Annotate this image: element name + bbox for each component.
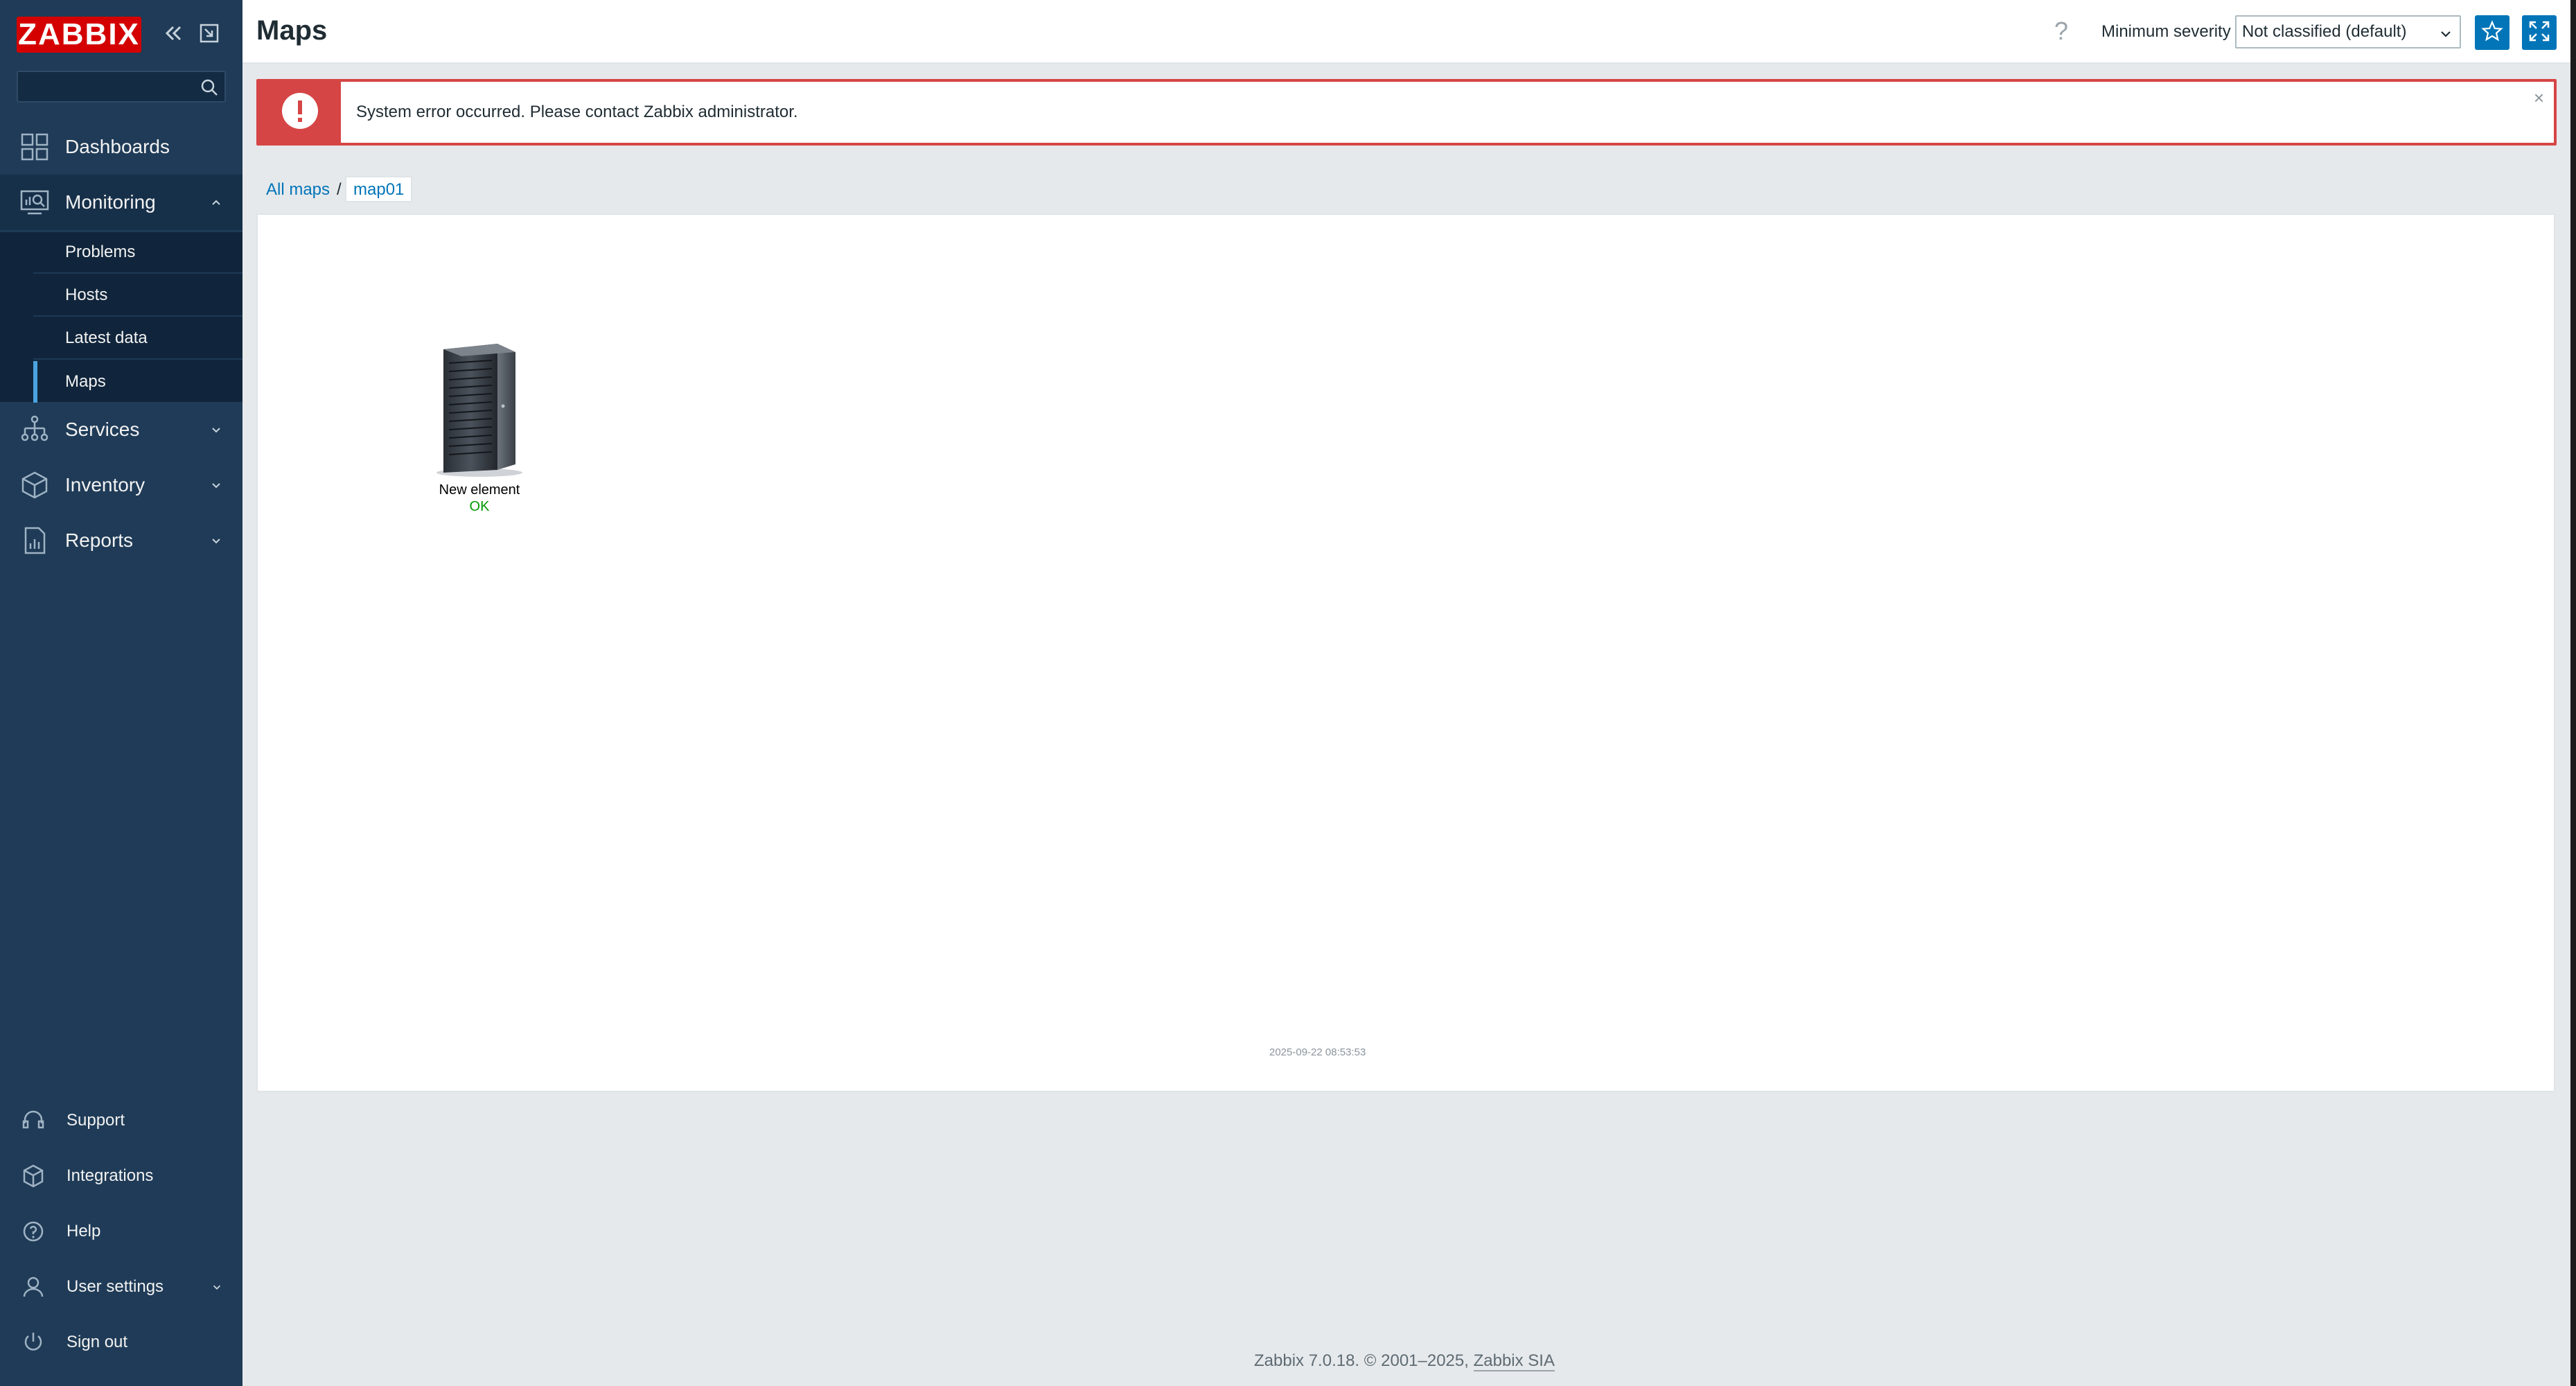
- page-header: Maps ? Minimum severity Not classified (…: [242, 0, 2570, 64]
- help-icon: [21, 1219, 46, 1244]
- menu-label: Help: [67, 1222, 101, 1240]
- menu-integrations[interactable]: Integrations: [0, 1152, 242, 1200]
- integrations-icon: [21, 1164, 46, 1188]
- fullscreen-icon: [2528, 19, 2551, 46]
- collapse-sidebar-icon[interactable]: [161, 21, 186, 46]
- submenu-item-hosts[interactable]: Hosts: [33, 275, 242, 317]
- error-message: System error occurred. Please contact Za…: [256, 79, 2557, 146]
- menu-inventory[interactable]: Inventory: [0, 457, 242, 513]
- dashboards-icon: [19, 132, 50, 162]
- submenu-label: Maps: [65, 372, 106, 391]
- fullscreen-button[interactable]: [2522, 15, 2557, 50]
- minimum-severity-select[interactable]: Not classified (default): [2235, 15, 2461, 49]
- map-element-status: OK: [469, 499, 490, 514]
- menu-monitoring[interactable]: Monitoring: [0, 175, 242, 230]
- menu-label: Integrations: [67, 1166, 154, 1185]
- minimum-severity-label: Minimum severity: [2101, 22, 2231, 41]
- menu-label: Sign out: [67, 1333, 128, 1351]
- footer-text: Zabbix 7.0.18. © 2001–2025,: [1254, 1351, 1474, 1370]
- breadcrumb-separator: /: [337, 180, 342, 199]
- map-element-label: New element: [439, 482, 520, 498]
- breadcrumb-all-maps[interactable]: All maps: [266, 180, 330, 200]
- submenu-item-maps[interactable]: Maps: [33, 361, 242, 403]
- power-icon: [21, 1330, 46, 1355]
- support-icon: [21, 1108, 46, 1133]
- favorite-button[interactable]: [2475, 15, 2509, 50]
- chevron-down-icon: [2439, 26, 2453, 40]
- monitoring-icon: [19, 187, 50, 218]
- menu-reports[interactable]: Reports: [0, 513, 242, 568]
- menu-label: Monitoring: [65, 191, 156, 213]
- map-timestamp: 2025-09-22 08:53:53: [1269, 1046, 1366, 1058]
- help-icon[interactable]: ?: [2054, 17, 2068, 46]
- menu-services[interactable]: Services: [0, 402, 242, 457]
- menu-label: Reports: [65, 529, 134, 551]
- severity-value: Not classified (default): [2242, 22, 2407, 41]
- server-icon[interactable]: [431, 340, 528, 478]
- reports-icon: [19, 525, 50, 556]
- breadcrumb-current-map[interactable]: map01: [345, 176, 413, 202]
- submenu-label: Hosts: [65, 286, 108, 304]
- menu-label: User settings: [67, 1277, 164, 1296]
- menu-sign-out[interactable]: Sign out: [0, 1318, 242, 1367]
- menu-label: Services: [65, 419, 140, 440]
- monitoring-submenu: Problems Hosts Latest data Maps: [0, 232, 242, 403]
- search-icon[interactable]: [200, 78, 219, 97]
- services-icon: [19, 414, 50, 445]
- menu-label: Dashboards: [65, 136, 170, 157]
- close-icon[interactable]: ×: [2534, 87, 2544, 109]
- inventory-icon: [19, 470, 50, 500]
- menu-support[interactable]: Support: [0, 1096, 242, 1145]
- user-icon: [21, 1274, 46, 1299]
- map-element[interactable]: New element OK: [396, 340, 563, 520]
- menu-help[interactable]: Help: [0, 1207, 242, 1256]
- chevron-down-icon: [211, 1281, 223, 1293]
- submenu-label: Latest data: [65, 328, 148, 347]
- exclamation-icon: [281, 91, 319, 134]
- footer-company-link[interactable]: Zabbix SIA: [1473, 1351, 1555, 1371]
- footer: Zabbix 7.0.18. © 2001–2025, Zabbix SIA: [1254, 1351, 1555, 1371]
- chevron-down-icon: [209, 534, 223, 547]
- page-title: Maps: [256, 15, 328, 46]
- submenu-item-problems[interactable]: Problems: [33, 232, 242, 274]
- menu-label: Inventory: [65, 474, 145, 495]
- kiosk-mode-icon[interactable]: [197, 21, 222, 46]
- submenu-label: Problems: [65, 243, 136, 261]
- menu-user-settings[interactable]: User settings: [0, 1263, 242, 1311]
- menu-label: Support: [67, 1111, 125, 1130]
- menu-dashboards[interactable]: Dashboards: [0, 119, 242, 175]
- chevron-down-icon: [209, 478, 223, 492]
- error-text: System error occurred. Please contact Za…: [356, 103, 798, 121]
- star-icon: [2481, 19, 2503, 46]
- chevron-up-icon: [209, 195, 223, 209]
- app-window: ZABBIX Dashboards Monitoring Problems Ho…: [0, 0, 2576, 1386]
- error-icon-box: [259, 82, 341, 143]
- zabbix-logo[interactable]: ZABBIX: [17, 17, 141, 53]
- map-canvas[interactable]: New element OK 2025-09-22 08:53:53: [256, 213, 2555, 1092]
- sidebar-search-input[interactable]: [17, 71, 226, 103]
- submenu-item-latest-data[interactable]: Latest data: [33, 318, 242, 360]
- chevron-down-icon: [209, 423, 223, 437]
- sidebar: ZABBIX Dashboards Monitoring Problems Ho…: [0, 0, 242, 1386]
